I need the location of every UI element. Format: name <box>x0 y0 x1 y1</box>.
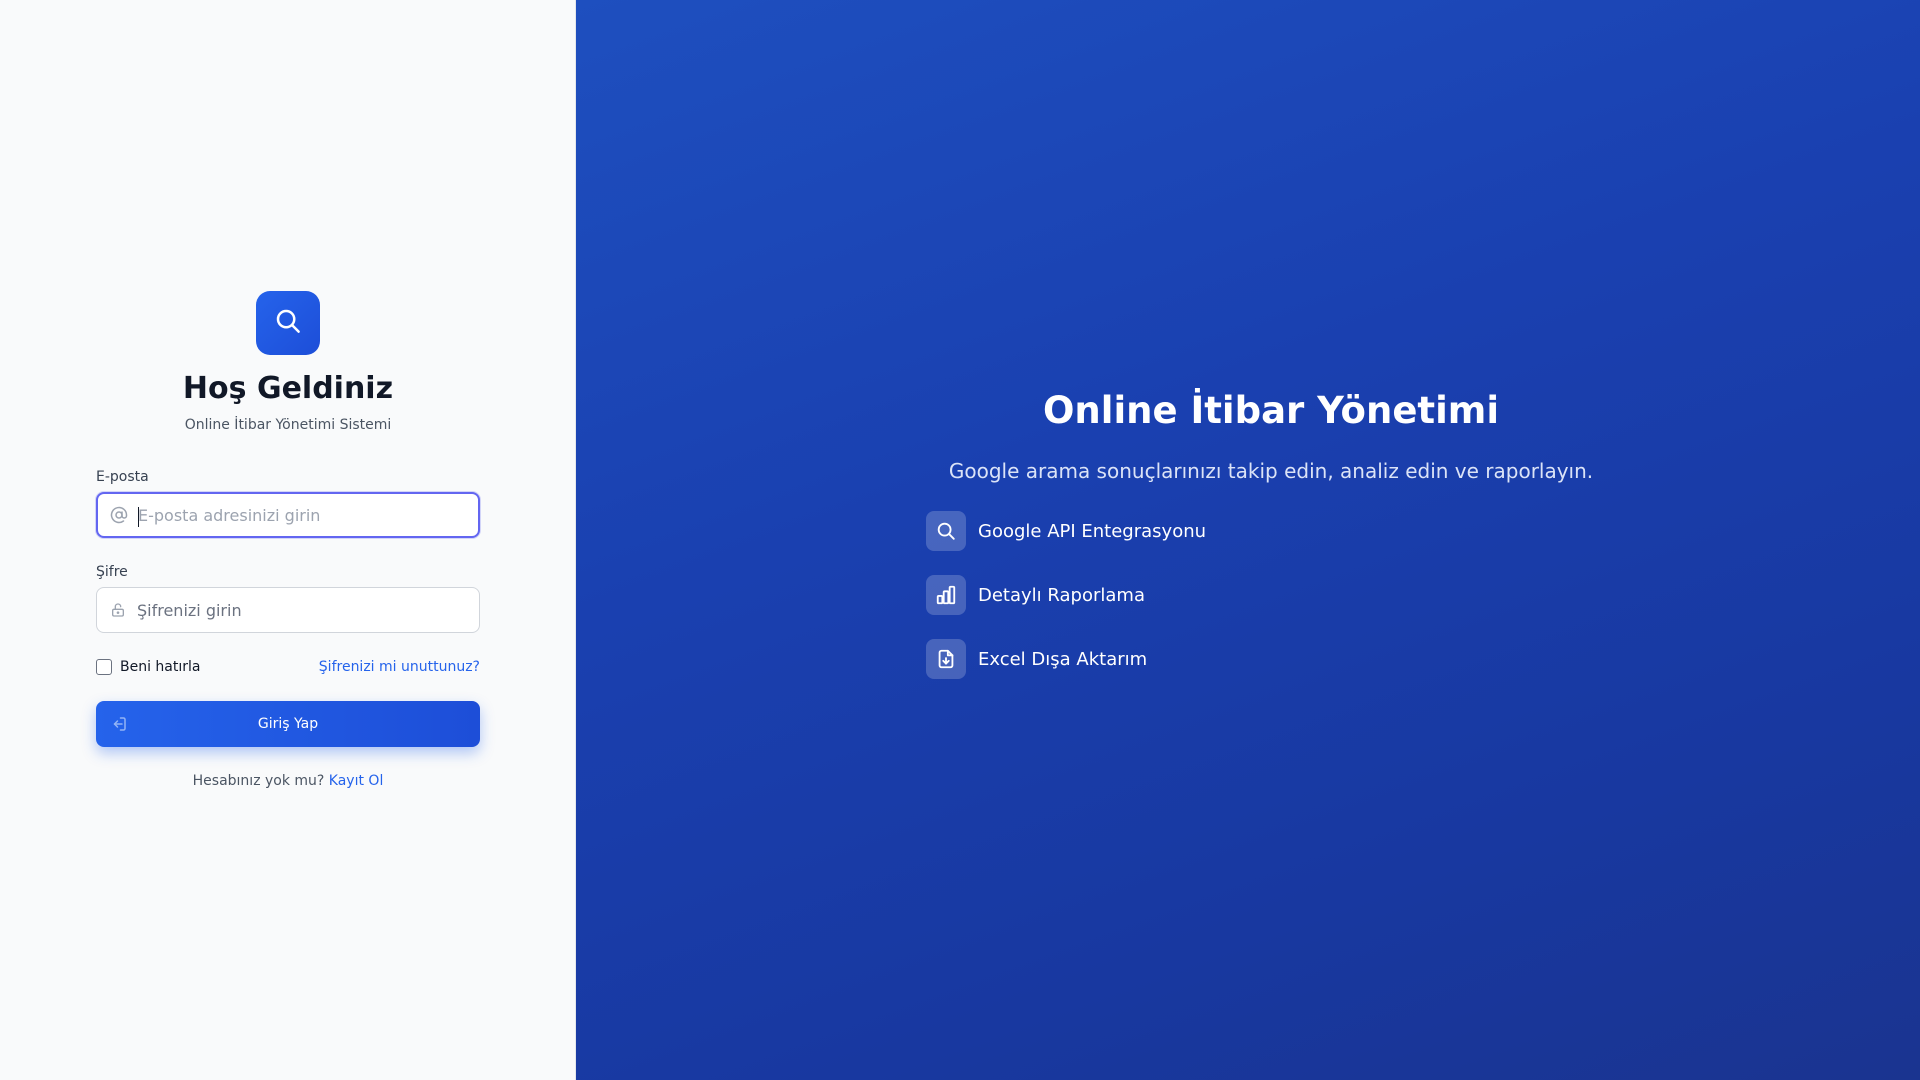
page-subtitle: Online İtibar Yönetimi Sistemi <box>184 417 392 433</box>
app-logo <box>256 291 320 355</box>
feature-item: Google API Entegrasyonu <box>926 511 1616 551</box>
search-icon <box>273 306 303 340</box>
feature-item: Excel Dışa Aktarım <box>926 639 1616 679</box>
search-icon <box>926 511 966 551</box>
remember-label: Beni hatırla <box>120 659 201 675</box>
feature-label: Detaylı Raporlama <box>978 584 1145 606</box>
remember-checkbox[interactable] <box>96 659 112 675</box>
lock-icon <box>109 601 127 619</box>
login-page: Hoş Geldiniz Online İtibar Yönetimi Sist… <box>0 0 1920 1080</box>
remember-me[interactable]: Beni hatırla <box>96 659 201 675</box>
bar-chart-icon <box>926 575 966 615</box>
feature-label: Google API Entegrasyonu <box>978 520 1207 542</box>
login-form: Hoş Geldiniz Online İtibar Yönetimi Sist… <box>96 291 480 789</box>
at-icon <box>110 506 128 524</box>
no-account-text: Hesabınız yok mu? <box>192 773 325 789</box>
feature-item: Detaylı Raporlama <box>926 575 1616 615</box>
password-input[interactable] <box>137 588 467 632</box>
file-download-icon <box>926 639 966 679</box>
email-input[interactable] <box>138 494 466 536</box>
email-field-wrapper <box>96 492 480 538</box>
sign-in-icon <box>110 715 128 733</box>
feature-label: Excel Dışa Aktarım <box>978 648 1148 670</box>
password-label: Şifre <box>96 564 128 580</box>
password-field-wrapper <box>96 587 480 633</box>
forgot-password-link[interactable]: Şifrenizi mi unuttunuz? <box>319 659 480 675</box>
hero-subtitle: Google arama sonuçlarınızı takip edin, a… <box>948 459 1594 483</box>
hero-content: Online İtibar Yönetimi Google arama sonu… <box>926 383 1616 703</box>
signup-link[interactable]: Kayıt Ol <box>329 773 384 789</box>
signup-row: Hesabınız yok mu? Kayıt Ol <box>96 773 480 789</box>
login-panel: Hoş Geldiniz Online İtibar Yönetimi Sist… <box>0 0 576 1080</box>
feature-list: Google API Entegrasyonu Detaylı Raporlam… <box>926 511 1616 679</box>
email-label: E-posta <box>96 469 149 485</box>
hero-title: Online İtibar Yönetimi <box>1042 389 1500 432</box>
page-title: Hoş Geldiniz <box>182 371 394 406</box>
login-button-label: Giriş Yap <box>257 716 319 732</box>
hero-panel: Online İtibar Yönetimi Google arama sonu… <box>576 0 1920 1080</box>
login-button[interactable]: Giriş Yap <box>96 701 480 747</box>
remember-row: Beni hatırla Şifrenizi mi unuttunuz? <box>96 657 480 677</box>
text-caret <box>138 507 139 527</box>
